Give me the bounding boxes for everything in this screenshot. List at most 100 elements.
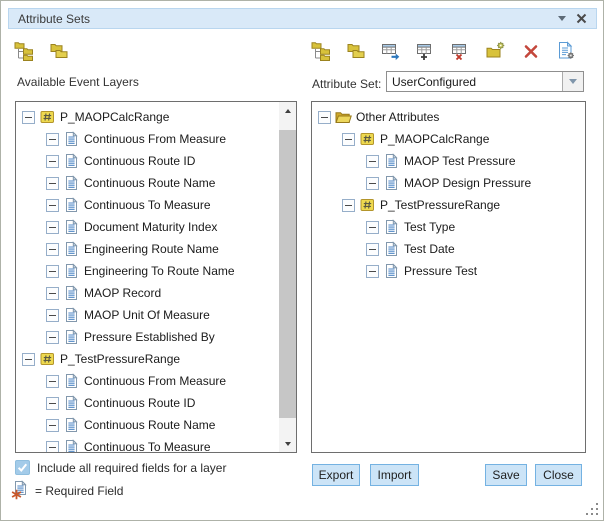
- table-x-icon: [451, 41, 471, 61]
- tree-item[interactable]: Continuous Route Name: [16, 414, 279, 436]
- tree-collapse-box[interactable]: [366, 243, 379, 256]
- set-folders-button[interactable]: [345, 40, 367, 62]
- scrollbar-thumb[interactable]: [279, 130, 296, 418]
- tree-item[interactable]: Pressure Test: [312, 260, 585, 282]
- folder-gear-icon: [486, 41, 506, 61]
- tree-item[interactable]: Engineering Route Name: [16, 238, 279, 260]
- vertical-scrollbar[interactable]: [279, 102, 296, 452]
- tree-item-label: Continuous To Measure: [84, 198, 211, 212]
- tree-item[interactable]: P_TestPressureRange: [312, 194, 585, 216]
- include-required-checkbox[interactable]: [15, 460, 30, 475]
- title-bar[interactable]: Attribute Sets: [8, 8, 597, 29]
- tree-collapse-box[interactable]: [366, 265, 379, 278]
- tree-item[interactable]: Continuous Route Name: [16, 172, 279, 194]
- available-layers-panel: P_MAOPCalcRangeContinuous From MeasureCo…: [15, 101, 297, 453]
- tree-item[interactable]: Continuous From Measure: [16, 128, 279, 150]
- attribute-set-dropdown-button[interactable]: [562, 72, 583, 91]
- tree-item[interactable]: Test Type: [312, 216, 585, 238]
- tree-collapse-box[interactable]: [46, 221, 59, 234]
- tree-collapse-box[interactable]: [342, 133, 355, 146]
- document-gear-button[interactable]: [555, 40, 577, 62]
- scroll-up-button[interactable]: [279, 102, 296, 119]
- minus-icon: [369, 183, 376, 184]
- tree-collapse-box[interactable]: [46, 265, 59, 278]
- tree-item[interactable]: MAOP Design Pressure: [312, 172, 585, 194]
- tree-collapse-box[interactable]: [46, 177, 59, 190]
- save-button[interactable]: Save: [485, 464, 527, 486]
- tree-item[interactable]: Other Attributes: [312, 106, 585, 128]
- tree-item[interactable]: Document Maturity Index: [16, 216, 279, 238]
- folder-gear-button[interactable]: [485, 40, 507, 62]
- resize-grip[interactable]: [586, 503, 600, 517]
- tree-collapse-box[interactable]: [46, 287, 59, 300]
- tree-item-label: Continuous From Measure: [84, 374, 226, 388]
- tree-item-label: Pressure Test: [404, 264, 477, 278]
- set-hierarchy-button[interactable]: [310, 40, 332, 62]
- tree-collapse-box[interactable]: [46, 133, 59, 146]
- field-icon: [63, 329, 80, 345]
- minus-icon: [49, 205, 56, 206]
- tree-item[interactable]: P_TestPressureRange: [16, 348, 279, 370]
- tree-item[interactable]: P_MAOPCalcRange: [16, 106, 279, 128]
- event-layer-icon: [39, 352, 56, 366]
- tree-collapse-box[interactable]: [46, 375, 59, 388]
- tree-item[interactable]: Engineering To Route Name: [16, 260, 279, 282]
- tree-item-label: MAOP Unit Of Measure: [84, 308, 210, 322]
- scroll-down-button[interactable]: [279, 435, 296, 452]
- tree-collapse-box[interactable]: [366, 155, 379, 168]
- tree-collapse-box[interactable]: [46, 397, 59, 410]
- tree-item[interactable]: MAOP Unit Of Measure: [16, 304, 279, 326]
- export-button[interactable]: Export: [312, 464, 360, 486]
- tree-item[interactable]: MAOP Test Pressure: [312, 150, 585, 172]
- field-icon: [385, 219, 398, 235]
- tree-collapse-box[interactable]: [46, 155, 59, 168]
- tree-item[interactable]: Continuous Route ID: [16, 392, 279, 414]
- tree-collapse-box[interactable]: [342, 199, 355, 212]
- layers-folders-button[interactable]: [48, 40, 70, 62]
- attribute-set-combobox[interactable]: UserConfigured: [386, 71, 584, 92]
- close-button[interactable]: Close: [535, 464, 582, 486]
- layers-hierarchy-button[interactable]: [13, 40, 35, 62]
- tree-item[interactable]: Continuous To Measure: [16, 194, 279, 216]
- caret-down-icon: [569, 79, 577, 84]
- table-plus-button[interactable]: [415, 40, 437, 62]
- tree-collapse-box[interactable]: [46, 441, 59, 454]
- table-x-button[interactable]: [450, 40, 472, 62]
- field-icon: [63, 307, 80, 323]
- folder-hierarchy-icon: [311, 41, 331, 61]
- tree-collapse-box[interactable]: [46, 331, 59, 344]
- tree-collapse-box[interactable]: [22, 353, 35, 366]
- tree-item-label: Continuous Route Name: [84, 176, 215, 190]
- tree-item-label: MAOP Test Pressure: [404, 154, 516, 168]
- field-icon: [65, 395, 78, 411]
- tree-item[interactable]: Continuous Route ID: [16, 150, 279, 172]
- attribute-set-panel: Other AttributesP_MAOPCalcRange MAOP Test…: [311, 101, 586, 453]
- table-arrow-button[interactable]: [380, 40, 402, 62]
- tree-item[interactable]: Test Date: [312, 238, 585, 260]
- field-icon: [65, 197, 78, 213]
- field-icon: [63, 197, 80, 213]
- window-collapse-button[interactable]: [558, 16, 566, 21]
- tree-collapse-box[interactable]: [46, 309, 59, 322]
- tree-collapse-box[interactable]: [366, 221, 379, 234]
- tree-item-label: Pressure Established By: [84, 330, 215, 344]
- field-icon: [63, 153, 80, 169]
- tree-item[interactable]: MAOP Record: [16, 282, 279, 304]
- window-close-button[interactable]: [576, 13, 587, 24]
- tree-item[interactable]: Continuous To Measure: [16, 436, 279, 453]
- minus-icon: [49, 337, 56, 338]
- tree-collapse-box[interactable]: [46, 199, 59, 212]
- field-icon: [63, 373, 80, 389]
- tree-collapse-box[interactable]: [46, 419, 59, 432]
- tree-collapse-box[interactable]: [366, 177, 379, 190]
- import-button[interactable]: Import: [370, 464, 419, 486]
- tree-collapse-box[interactable]: [46, 243, 59, 256]
- tree-collapse-box[interactable]: [22, 111, 35, 124]
- field-icon: [383, 241, 400, 257]
- tree-item[interactable]: P_MAOPCalcRange: [312, 128, 585, 150]
- tree-item[interactable]: Pressure Established By: [16, 326, 279, 348]
- tree-item[interactable]: Continuous From Measure: [16, 370, 279, 392]
- delete-button[interactable]: [520, 40, 542, 62]
- tree-item-label: Document Maturity Index: [84, 220, 217, 234]
- tree-collapse-box[interactable]: [318, 111, 331, 124]
